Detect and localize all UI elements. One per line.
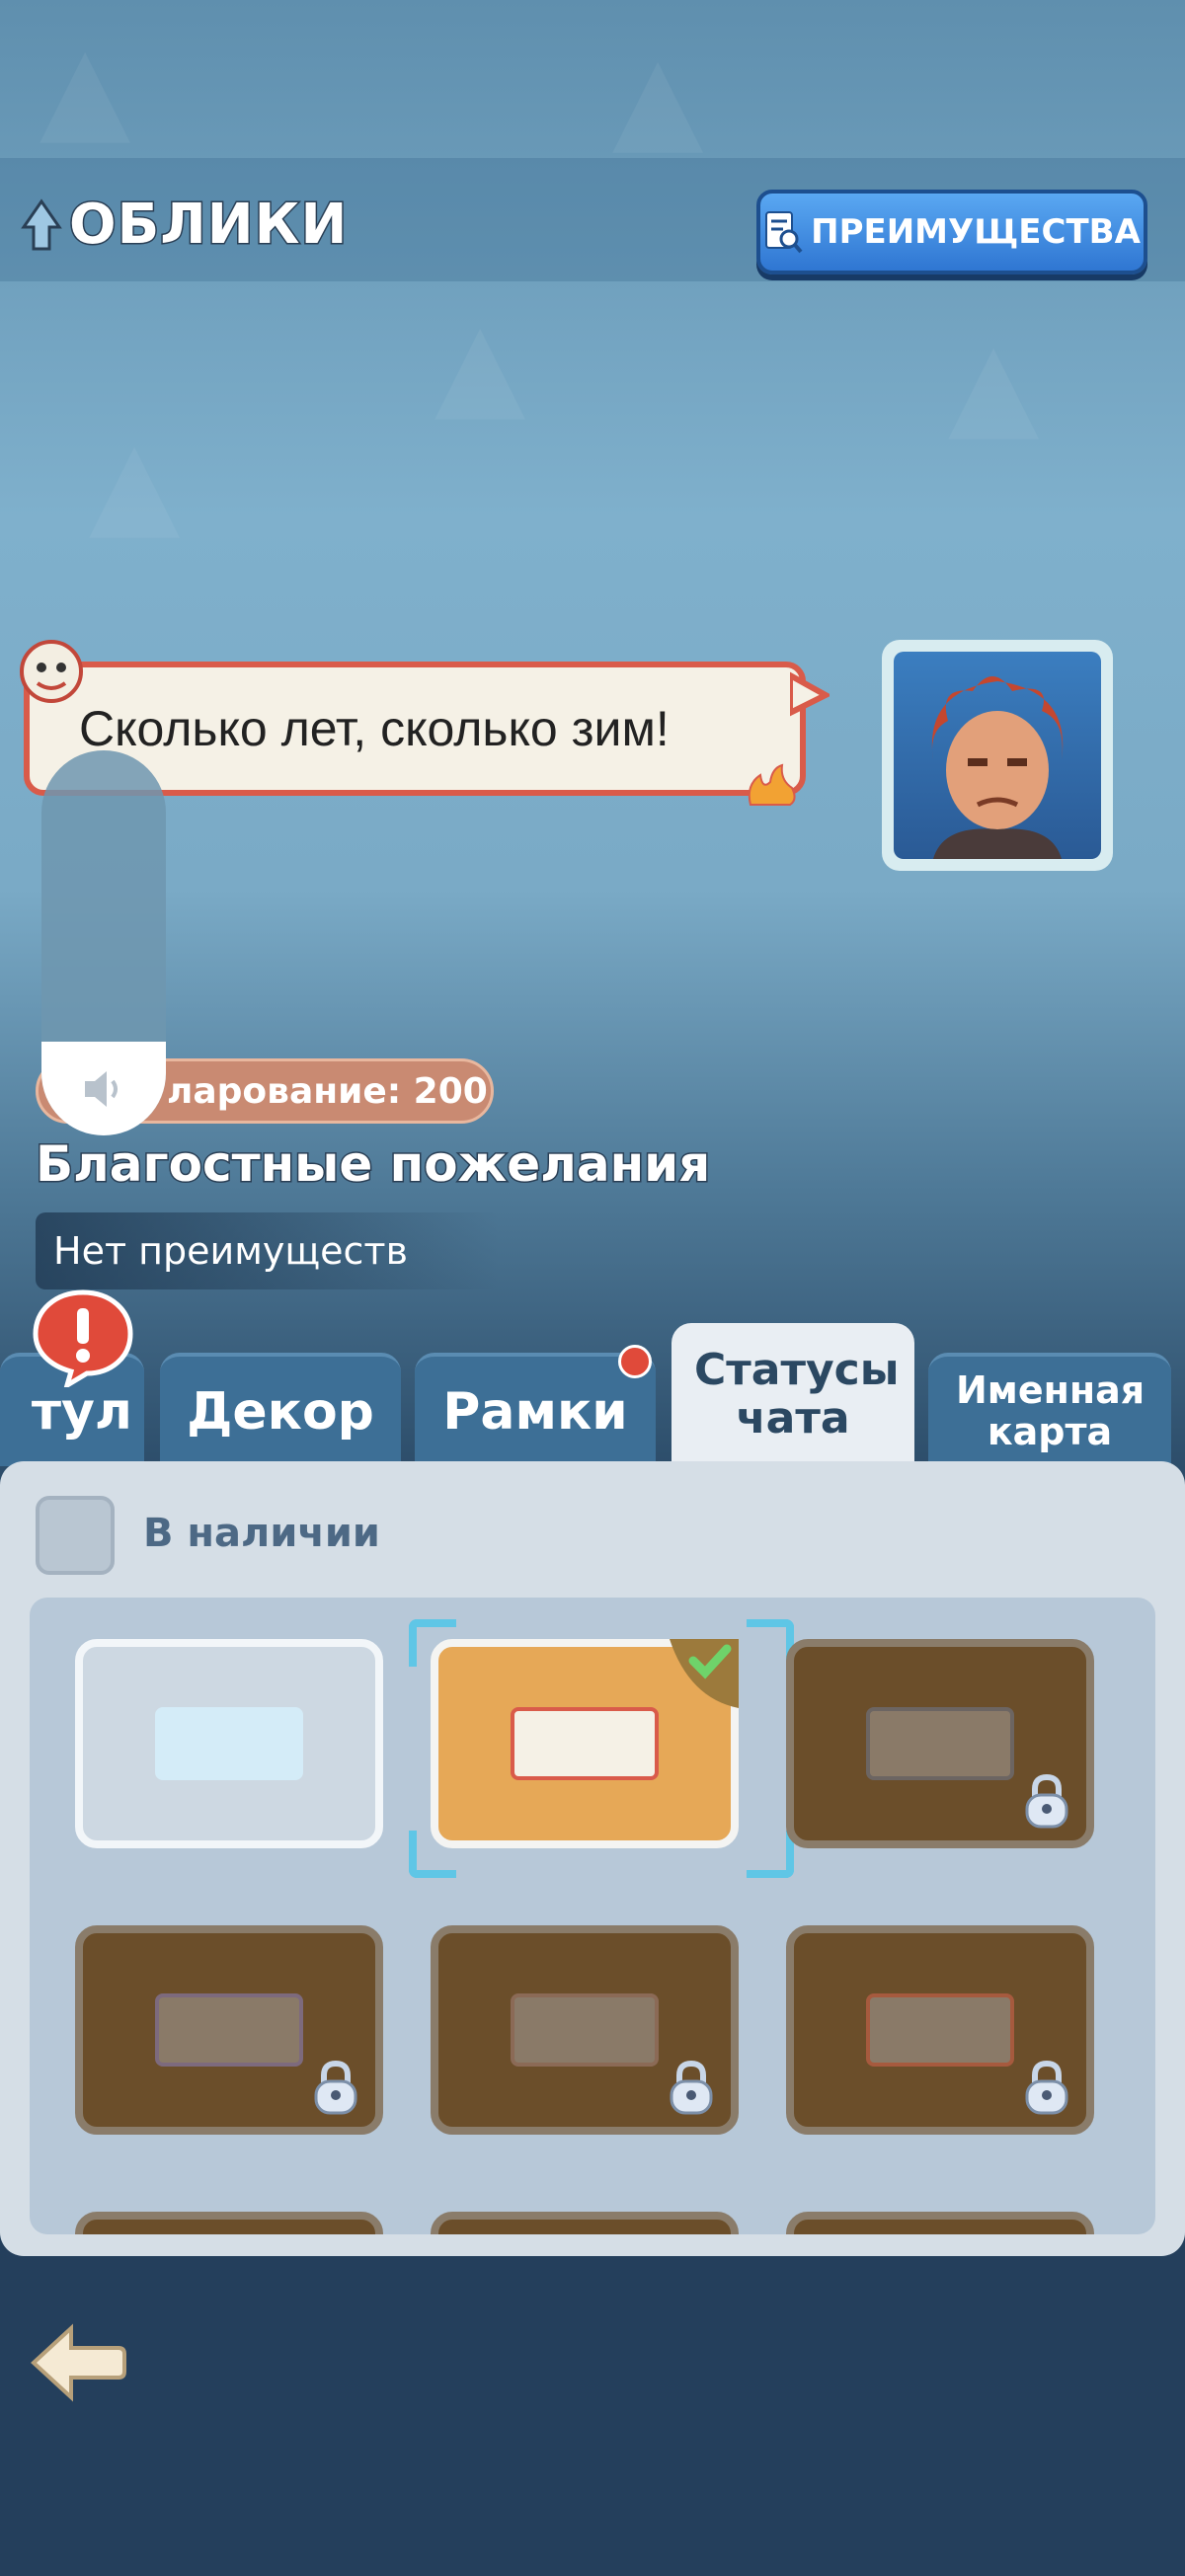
item-locked-partial[interactable] (786, 2212, 1094, 2234)
checkmark-icon (670, 1639, 739, 1708)
bubble-tail-icon (790, 671, 830, 717)
flame-decoration-icon (748, 763, 796, 806)
back-arrow-icon[interactable] (28, 2322, 126, 2403)
tab-decor[interactable]: Декор (160, 1353, 401, 1466)
item-locked[interactable] (786, 1639, 1094, 1848)
bubble-preview (511, 1707, 659, 1780)
item-locked-partial[interactable] (431, 2212, 739, 2234)
avatar-frame (882, 640, 1113, 871)
tree-pattern-icon: ▲ (40, 20, 131, 157)
page-title: ОБЛИКИ (20, 192, 349, 259)
available-label: В наличии (143, 1511, 380, 1556)
available-checkbox[interactable] (36, 1496, 115, 1575)
item-locked[interactable] (75, 1925, 383, 2135)
item-locked[interactable] (431, 1925, 739, 2135)
tab-label: Именная карта (956, 1367, 1146, 1453)
tree-pattern-icon: ▲ (89, 415, 181, 552)
bubble-preview (866, 1707, 1014, 1780)
item-locked-partial[interactable] (75, 2212, 383, 2234)
tree-pattern-icon: ▲ (612, 30, 704, 167)
alert-icon[interactable] (28, 1288, 138, 1387)
title-text: ОБЛИКИ (67, 192, 349, 259)
lion-dance-icon (20, 640, 83, 703)
item-selected[interactable] (431, 1639, 739, 1848)
selection-corner (409, 1619, 456, 1667)
tab-name-card[interactable]: Именная карта (928, 1353, 1171, 1466)
document-search-icon (765, 211, 803, 254)
avatar (894, 652, 1101, 859)
tree-icon (21, 197, 62, 250)
tab-chat-status[interactable]: Статусы чата (672, 1323, 914, 1466)
tree-pattern-icon: ▲ (434, 296, 526, 433)
items-grid (30, 1598, 1155, 2234)
tab-label: Декор (187, 1381, 374, 1442)
speaker-icon (85, 1070, 118, 1107)
notification-dot (618, 1345, 652, 1378)
benefits-button[interactable]: ПРЕИМУЩЕСТВА (756, 190, 1147, 274)
skin-name: Благостные пожелания (34, 1134, 711, 1195)
lock-icon (1025, 1773, 1068, 1829)
bubble-preview (511, 1993, 659, 2067)
benefits-button-label: ПРЕИМУЩЕСТВА (811, 212, 1141, 252)
hero-portrait-icon (931, 676, 1064, 859)
tree-pattern-icon: ▲ (948, 316, 1040, 453)
bubble-preview (155, 1707, 303, 1780)
bubble-preview (155, 1993, 303, 2067)
tab-label: Рамки (442, 1381, 628, 1442)
collection-score-text: ларование: 200 (167, 1070, 488, 1112)
selection-corner (747, 1831, 794, 1878)
item-default[interactable] (75, 1639, 383, 1848)
category-tabs: тул Декор Рамки Статусы чата Именная кар… (0, 1323, 1185, 1466)
tab-label: Статусы чата (694, 1345, 900, 1444)
benefit-text: Нет преимуществ (53, 1229, 408, 1273)
lock-icon (670, 2060, 713, 2115)
speech-text: Сколько лет, сколько зим! (79, 701, 670, 756)
item-locked[interactable] (786, 1925, 1094, 2135)
selection-corner (409, 1831, 456, 1878)
benefit-box: Нет преимуществ (36, 1212, 500, 1289)
lock-icon (314, 2060, 357, 2115)
bubble-preview (866, 1993, 1014, 2067)
tab-label: тул (31, 1381, 132, 1442)
lock-icon (1025, 2060, 1068, 2115)
